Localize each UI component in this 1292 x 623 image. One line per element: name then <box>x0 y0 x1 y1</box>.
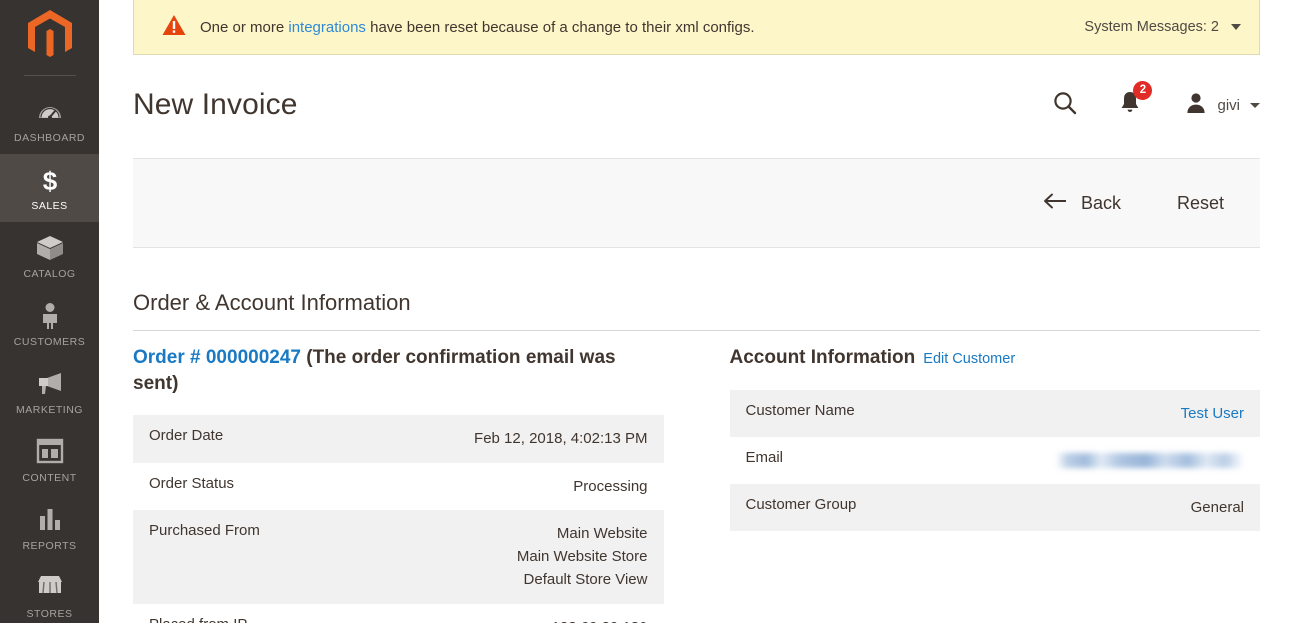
sidebar-item-marketing[interactable]: MARKETING <box>0 358 99 426</box>
sidebar-item-label: REPORTS <box>22 540 77 552</box>
sidebar-item-label: CUSTOMERS <box>13 336 86 348</box>
sidebar-item-catalog[interactable]: CATALOG <box>0 222 99 290</box>
storefront-icon <box>2 574 97 604</box>
table-row: Customer Name Test User <box>729 389 1260 437</box>
notifications-button[interactable]: 2 <box>1098 80 1162 121</box>
section-header: Order & Account Information <box>133 290 1260 331</box>
arrow-left-icon <box>1043 193 1067 214</box>
edit-customer-link[interactable]: Edit Customer <box>923 351 1015 367</box>
bar-chart-icon <box>2 506 97 536</box>
chevron-down-icon <box>1231 24 1241 30</box>
banner-text-before: One or more <box>200 18 289 36</box>
row-label: Placed from IP <box>133 604 398 623</box>
table-row: Customer Group General <box>729 484 1260 532</box>
sidebar-item-label: DASHBOARD <box>13 132 85 144</box>
person-icon <box>2 302 97 332</box>
dashboard-gauge-icon <box>2 98 97 128</box>
user-menu[interactable]: givi <box>1162 91 1260 120</box>
notification-badge: 2 <box>1133 80 1153 100</box>
dollar-sign-icon: $ <box>2 166 97 196</box>
main-sidebar: DASHBOARD $ SALES CATALOG CUSTOMERS MARK… <box>0 0 99 623</box>
sidebar-item-label: CATALOG <box>23 268 76 280</box>
row-label: Purchased From <box>149 521 260 539</box>
banner-text-after: have been reset because of a change to t… <box>365 18 755 36</box>
account-information-table: Customer Name Test User Email Customer G… <box>729 389 1261 532</box>
search-icon <box>1052 90 1078 121</box>
chevron-down-icon <box>1250 102 1260 108</box>
account-block-title: Account Information Edit Customer <box>730 345 1261 371</box>
sidebar-item-reports[interactable]: REPORTS <box>0 494 99 562</box>
row-value: 128.69.29.130 <box>398 604 663 623</box>
account-title-text: Account Information <box>729 347 916 368</box>
sidebar-item-content[interactable]: CONTENT <box>0 426 99 494</box>
row-label: Customer Group <box>745 496 857 514</box>
sidebar-item-sales[interactable]: $ SALES <box>0 154 99 222</box>
user-name-label: givi <box>1217 96 1240 114</box>
main-content: One or more integrations have been reset… <box>99 0 1292 623</box>
order-block-title: Order # 000000247 (The order confirmatio… <box>133 345 664 396</box>
customer-name-link[interactable]: Test User <box>1181 405 1244 422</box>
user-avatar-icon <box>1184 91 1208 120</box>
row-value: Test User <box>995 390 1260 437</box>
warning-triangle-icon <box>162 14 186 41</box>
system-messages-toggle[interactable]: System Messages: 2 <box>1084 19 1241 35</box>
sidebar-item-customers[interactable]: CUSTOMERS <box>0 290 99 358</box>
sidebar-item-label: SALES <box>31 200 68 212</box>
system-messages-label: System Messages: 2 <box>1084 19 1219 35</box>
system-message-banner: One or more integrations have been reset… <box>133 0 1260 55</box>
table-row: Order Status Processing <box>133 463 664 510</box>
row-value: Main Website Main Website Store Default … <box>516 524 648 589</box>
table-row: Order Date Feb 12, 2018, 4:02:13 PM <box>133 415 664 463</box>
megaphone-icon <box>2 370 97 400</box>
sidebar-item-label: MARKETING <box>16 404 83 416</box>
reset-button[interactable]: Reset <box>1163 187 1238 220</box>
row-label: Order Date <box>149 427 224 445</box>
redacted-email-value <box>1056 453 1244 469</box>
reset-button-label: Reset <box>1176 192 1224 213</box>
layout-page-icon <box>2 438 97 468</box>
page-header: New Invoice 2 givi <box>133 70 1260 140</box>
table-row: Placed from IP 128.69.29.130 <box>133 604 664 623</box>
back-button-label: Back <box>1080 192 1121 213</box>
sidebar-divider <box>23 75 76 76</box>
page-title: New Invoice <box>133 88 298 121</box>
row-value: Feb 12, 2018, 4:02:13 PM <box>474 430 648 448</box>
box-icon <box>2 234 97 264</box>
row-value <box>995 437 1260 484</box>
table-row: Email <box>730 437 1261 484</box>
integrations-link[interactable]: integrations <box>288 19 366 36</box>
banner-message: One or more integrations have been reset… <box>200 19 1084 36</box>
row-label: Email <box>745 448 784 466</box>
magento-logo-icon <box>26 9 74 66</box>
svg-text:$: $ <box>42 166 57 196</box>
magento-logo[interactable] <box>0 0 99 75</box>
search-button[interactable] <box>1032 90 1098 121</box>
admin-page: DASHBOARD $ SALES CATALOG CUSTOMERS MARK… <box>0 0 1292 623</box>
order-information-table: Order Date Feb 12, 2018, 4:02:13 PM Orde… <box>133 415 664 623</box>
information-columns: Order # 000000247 (The order confirmatio… <box>133 345 1260 623</box>
account-information-block: Account Information Edit Customer Custome… <box>729 345 1261 623</box>
row-value: General <box>1190 499 1244 517</box>
section-title: Order & Account Information <box>133 290 1260 331</box>
back-button[interactable]: Back <box>1029 187 1135 220</box>
page-actions-toolbar: Back Reset <box>133 158 1260 248</box>
sidebar-item-label: CONTENT <box>22 472 77 484</box>
sidebar-item-label: STORES <box>26 608 73 620</box>
row-value: Processing <box>573 477 648 495</box>
sidebar-item-dashboard[interactable]: DASHBOARD <box>0 86 99 154</box>
row-label: Order Status <box>149 474 235 492</box>
row-label: Customer Name <box>745 401 855 419</box>
header-tools: 2 givi <box>1032 80 1260 121</box>
order-number-link[interactable]: Order # 000000247 <box>133 347 301 368</box>
table-row: Purchased From Main Website Main Website… <box>133 509 664 604</box>
sidebar-item-stores[interactable]: STORES <box>0 562 99 623</box>
order-information-block: Order # 000000247 (The order confirmatio… <box>133 345 664 623</box>
